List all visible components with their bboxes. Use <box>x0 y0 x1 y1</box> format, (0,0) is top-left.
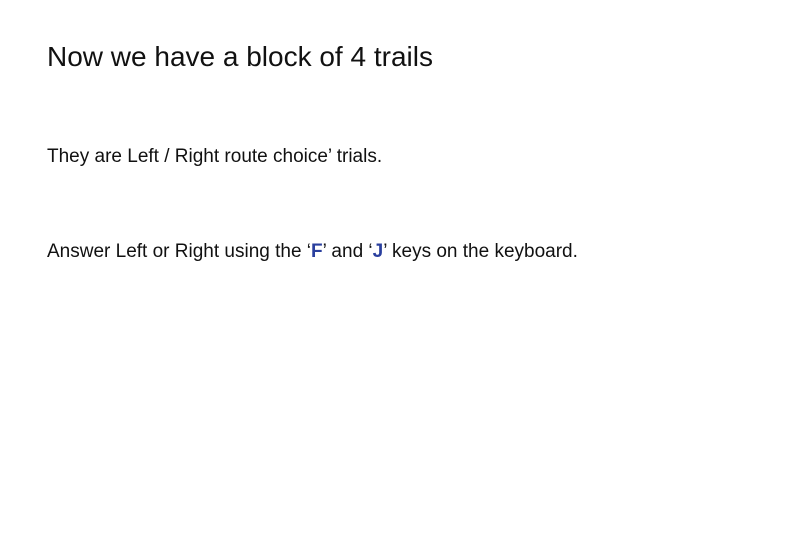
key-instructions-text-1: Answer Left or Right using the ‘ <box>47 241 312 262</box>
key-instructions-text-3: ’ keys on the keyboard. <box>383 241 578 262</box>
trial-description: They are Left / Right route choice’ tria… <box>47 146 383 167</box>
slide-title: Now we have a block of 4 trails <box>47 41 433 72</box>
key-instructions-text-2: ’ and ‘ <box>322 241 373 262</box>
right-key-label: J <box>372 241 384 262</box>
instruction-slide: Now we have a block of 4 trails They are… <box>0 0 794 559</box>
left-key-label: F <box>311 241 323 262</box>
key-instructions: Answer Left or Right using the ‘F’ and ‘… <box>47 240 578 264</box>
